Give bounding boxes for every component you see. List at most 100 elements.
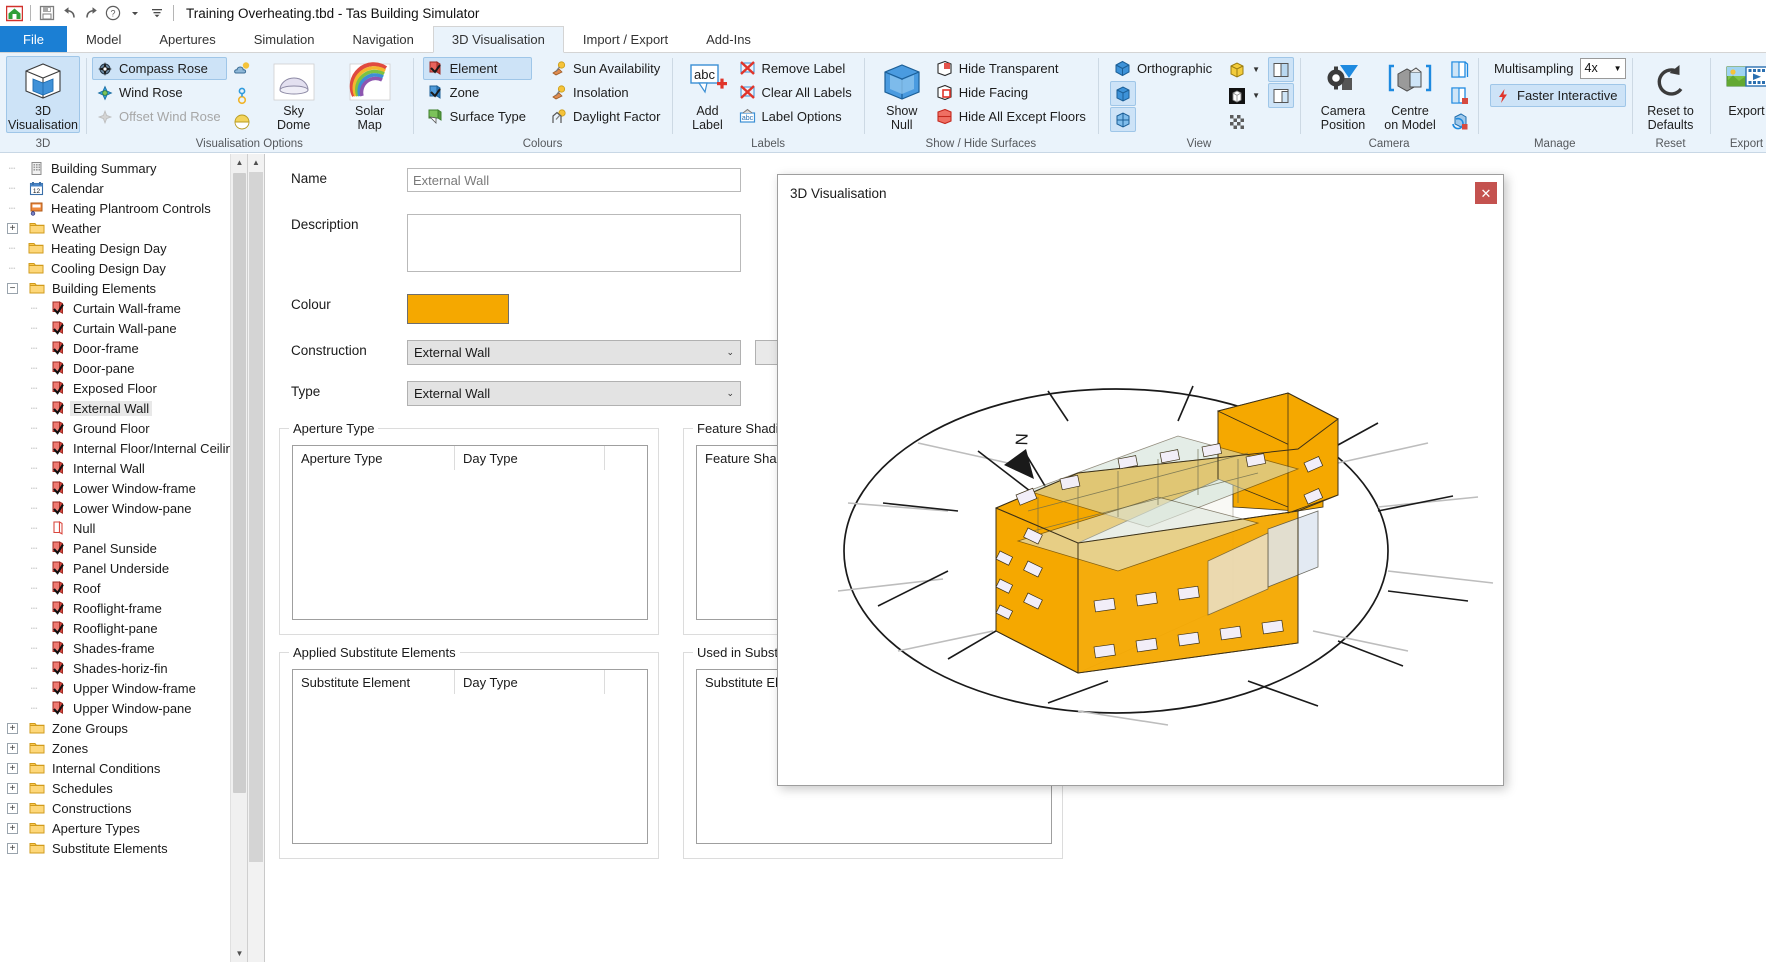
chevron-down-icon[interactable]: ⌄: [726, 347, 734, 358]
3d-model-render[interactable]: N: [778, 211, 1503, 785]
tree-item-zones[interactable]: + Zones: [0, 738, 230, 758]
tree-item-internal-conditions[interactable]: + Internal Conditions: [0, 758, 230, 778]
show-null-button[interactable]: Show Null: [874, 56, 930, 133]
checker-transparency-icon[interactable]: [1224, 109, 1250, 134]
tree-item-constructions[interactable]: + Constructions: [0, 798, 230, 818]
expand-icon[interactable]: +: [7, 842, 18, 854]
wind-rose-button[interactable]: Wind Rose: [92, 81, 227, 104]
tab-navigation[interactable]: Navigation: [333, 26, 432, 52]
remove-label-button[interactable]: Remove Label: [734, 57, 857, 80]
tree-item-calendar[interactable]: ┈ 12 Calendar: [0, 178, 230, 198]
colour-swatch[interactable]: [407, 294, 509, 324]
tab-model[interactable]: Model: [67, 26, 140, 52]
reset-to-defaults-button[interactable]: Reset to Defaults: [1638, 56, 1704, 133]
tas-house-icon[interactable]: [4, 3, 24, 23]
load-view-icon[interactable]: [1446, 83, 1472, 108]
sun-availability-button[interactable]: Sun Availability: [546, 57, 666, 80]
form-scrollbar-thumb[interactable]: [249, 172, 263, 862]
split-view-horizontal-icon[interactable]: [1268, 83, 1295, 108]
tree-item-curtain-wall-pane[interactable]: ┈ Curtain Wall-pane: [0, 318, 230, 338]
tree-item-substitute-elements[interactable]: + Substitute Elements: [0, 838, 230, 858]
tree-item-heating-design-day[interactable]: ┈ Heating Design Day: [0, 238, 230, 258]
black-background-caret-icon[interactable]: ▼: [1250, 91, 1262, 100]
tab-apertures[interactable]: Apertures: [140, 26, 234, 52]
tree-item-upper-window-pane[interactable]: ┈ Upper Window-pane: [0, 698, 230, 718]
half-sphere-icon[interactable]: [229, 109, 255, 134]
cloud-sun-icon[interactable]: [229, 57, 255, 82]
hide-facing-button[interactable]: Hide Facing: [932, 81, 1092, 104]
tree-item-shades-frame[interactable]: ┈ Shades-frame: [0, 638, 230, 658]
centre-on-model-button[interactable]: Centre on Model: [1376, 56, 1444, 133]
tab-3d-visualisation[interactable]: 3D Visualisation: [432, 26, 564, 53]
form-scrollbar[interactable]: ▲: [248, 154, 264, 962]
3d-visualisation-window[interactable]: 3D Visualisation ✕ N: [777, 174, 1504, 786]
tab-import-export[interactable]: Import / Export: [564, 26, 687, 52]
thermometer-icon[interactable]: [229, 83, 255, 108]
tree-item-cooling-design-day[interactable]: ┈ Cooling Design Day: [0, 258, 230, 278]
3d-viewport[interactable]: N: [778, 211, 1503, 785]
orthographic-button[interactable]: Orthographic: [1110, 57, 1218, 80]
column-day-type[interactable]: Day Type: [455, 670, 605, 694]
undo-icon[interactable]: [59, 3, 79, 23]
tree-item-panel-sunside[interactable]: ┈ Panel Sunside: [0, 538, 230, 558]
tree-item-external-wall[interactable]: ┈ External Wall: [0, 398, 230, 418]
tree-item-rooflight-pane[interactable]: ┈ Rooflight-pane: [0, 618, 230, 638]
tree-item-curtain-wall-frame[interactable]: ┈ Curtain Wall-frame: [0, 298, 230, 318]
expand-icon[interactable]: +: [7, 222, 18, 234]
tab-file[interactable]: File: [0, 26, 67, 52]
form-scroll-up-icon[interactable]: ▲: [248, 154, 264, 170]
offset-wind-rose-button[interactable]: Offset Wind Rose: [92, 105, 227, 128]
tree-item-building-summary[interactable]: ┈ Building Summary: [0, 158, 230, 178]
collapse-icon[interactable]: −: [7, 282, 18, 294]
construction-select[interactable]: External Wall ⌄: [407, 340, 741, 365]
insolation-button[interactable]: Insolation: [546, 81, 666, 104]
tree-item-schedules[interactable]: + Schedules: [0, 778, 230, 798]
tree-item-door-frame[interactable]: ┈ Door-frame: [0, 338, 230, 358]
tree-item-lower-window-frame[interactable]: ┈ Lower Window-frame: [0, 478, 230, 498]
name-input[interactable]: External Wall: [407, 168, 741, 192]
add-label-button[interactable]: abc Add Label: [682, 56, 732, 133]
tree-item-shades-horiz-fin[interactable]: ┈ Shades-horiz-fin: [0, 658, 230, 678]
tree-scrollbar-thumb[interactable]: [233, 173, 246, 793]
clear-all-labels-button[interactable]: Clear All Labels: [734, 81, 857, 104]
3d-visualisation-window-titlebar[interactable]: 3D Visualisation ✕: [778, 175, 1503, 211]
faster-interactive-button[interactable]: Faster Interactive: [1490, 84, 1626, 107]
colour-zone-button[interactable]: Zone: [423, 81, 532, 104]
customize-qat-icon[interactable]: [147, 3, 167, 23]
tree-item-aperture-types[interactable]: + Aperture Types: [0, 818, 230, 838]
description-textarea[interactable]: [407, 214, 741, 272]
compass-rose-button[interactable]: Compass Rose: [92, 57, 227, 80]
tree-item-upper-window-frame[interactable]: ┈ Upper Window-frame: [0, 678, 230, 698]
tree-item-lower-window-pane[interactable]: ┈ Lower Window-pane: [0, 498, 230, 518]
hide-transparent-button[interactable]: Hide Transparent: [932, 57, 1092, 80]
tree-item-ground-floor[interactable]: ┈ Ground Floor: [0, 418, 230, 438]
scroll-down-icon[interactable]: ▼: [231, 945, 247, 962]
hide-all-except-floors-button[interactable]: Hide All Except Floors: [932, 105, 1092, 128]
column-day-type[interactable]: Day Type: [455, 446, 605, 470]
chevron-down-icon[interactable]: [125, 3, 145, 23]
expand-icon[interactable]: +: [7, 822, 18, 834]
tree-item-panel-underside[interactable]: ┈ Panel Underside: [0, 558, 230, 578]
redo-icon[interactable]: [81, 3, 101, 23]
tree-item-zone-groups[interactable]: + Zone Groups: [0, 718, 230, 738]
tree-item-building-elements[interactable]: − Building Elements: [0, 278, 230, 298]
chevron-down-icon[interactable]: ▼: [1614, 64, 1622, 73]
export-button[interactable]: Export: [1716, 56, 1766, 119]
black-background-icon[interactable]: [1224, 83, 1250, 108]
yellow-cube-caret-icon[interactable]: ▼: [1250, 65, 1262, 74]
reset-view-icon[interactable]: [1446, 109, 1472, 134]
expand-icon[interactable]: +: [7, 742, 18, 754]
expand-icon[interactable]: +: [7, 762, 18, 774]
multisampling-select[interactable]: 4x ▼: [1579, 57, 1626, 79]
tree-item-heating-plantroom-controls[interactable]: ┈ Heating Plantroom Controls: [0, 198, 230, 218]
close-icon[interactable]: ✕: [1475, 182, 1497, 204]
solid-view-icon[interactable]: [1109, 81, 1136, 106]
scroll-up-icon[interactable]: ▲: [231, 154, 247, 171]
tree-item-internal-wall[interactable]: ┈ Internal Wall: [0, 458, 230, 478]
colour-element-button[interactable]: Element: [422, 57, 533, 80]
applied-substitute-elements-list[interactable]: Substitute Element Day Type: [292, 669, 648, 844]
save-view-icon[interactable]: [1446, 57, 1472, 82]
3d-visualisation-button[interactable]: 3D Visualisation: [6, 56, 80, 133]
camera-position-button[interactable]: Camera Position: [1312, 56, 1374, 133]
colour-surface-type-button[interactable]: Surface Type: [423, 105, 532, 128]
